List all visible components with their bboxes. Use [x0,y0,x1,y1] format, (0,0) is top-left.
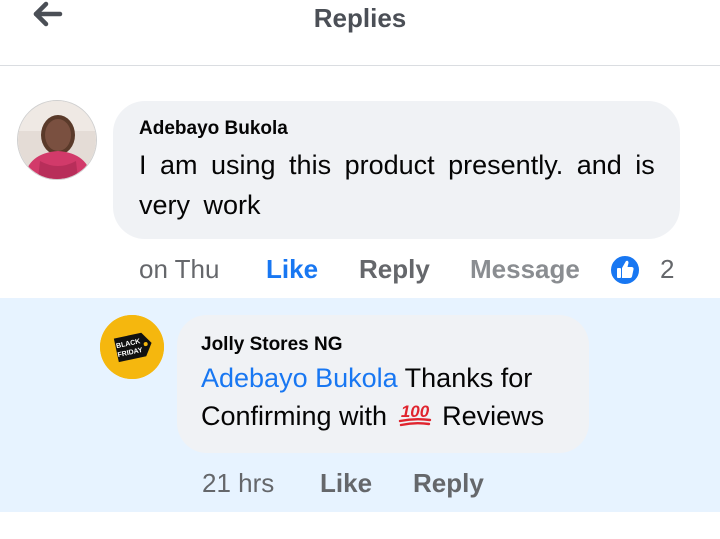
reply-author[interactable]: Jolly Stores NG [201,334,343,356]
reply-button[interactable]: Reply [413,468,484,499]
comment-time: on Thu [139,254,220,284]
message-button[interactable]: Message [470,254,580,285]
reply-text: Adebayo Bukola Thanks for Confirming wit… [201,359,581,435]
avatar[interactable] [17,100,97,180]
reply-actions: 21 hrs Like Reply [0,468,720,502]
comment-author[interactable]: Adebayo Bukola [139,118,288,140]
reply-thread: BLACK FRIDAY Jolly Stores NG Adebayo Buk… [0,298,720,512]
comment-bubble[interactable]: Adebayo Bukola I am using this product p… [113,101,680,239]
like-button[interactable]: Like [266,254,318,285]
header: Replies [0,0,720,66]
hundred-points-icon: 100 [398,402,431,427]
comment-text: I am using this product presently. and i… [139,150,655,220]
mention-link[interactable]: Adebayo Bukola [201,363,398,393]
page-avatar[interactable]: BLACK FRIDAY [100,315,164,379]
reaction-count[interactable]: 2 [660,254,674,285]
black-friday-tag-icon: BLACK FRIDAY [100,315,164,379]
reply-button[interactable]: Reply [359,254,430,285]
like-button[interactable]: Like [320,468,372,499]
profile-photo [18,101,96,179]
reply-text-part: Reviews [434,401,545,431]
comment-actions: on Thu Like Reply Message 2 [0,254,720,288]
reply-bubble[interactable]: Jolly Stores NG Adebayo Bukola Thanks fo… [177,315,589,453]
page-title: Replies [313,3,407,33]
thumbs-up-icon[interactable] [609,254,641,286]
reply-time: 21 hrs [202,468,275,498]
